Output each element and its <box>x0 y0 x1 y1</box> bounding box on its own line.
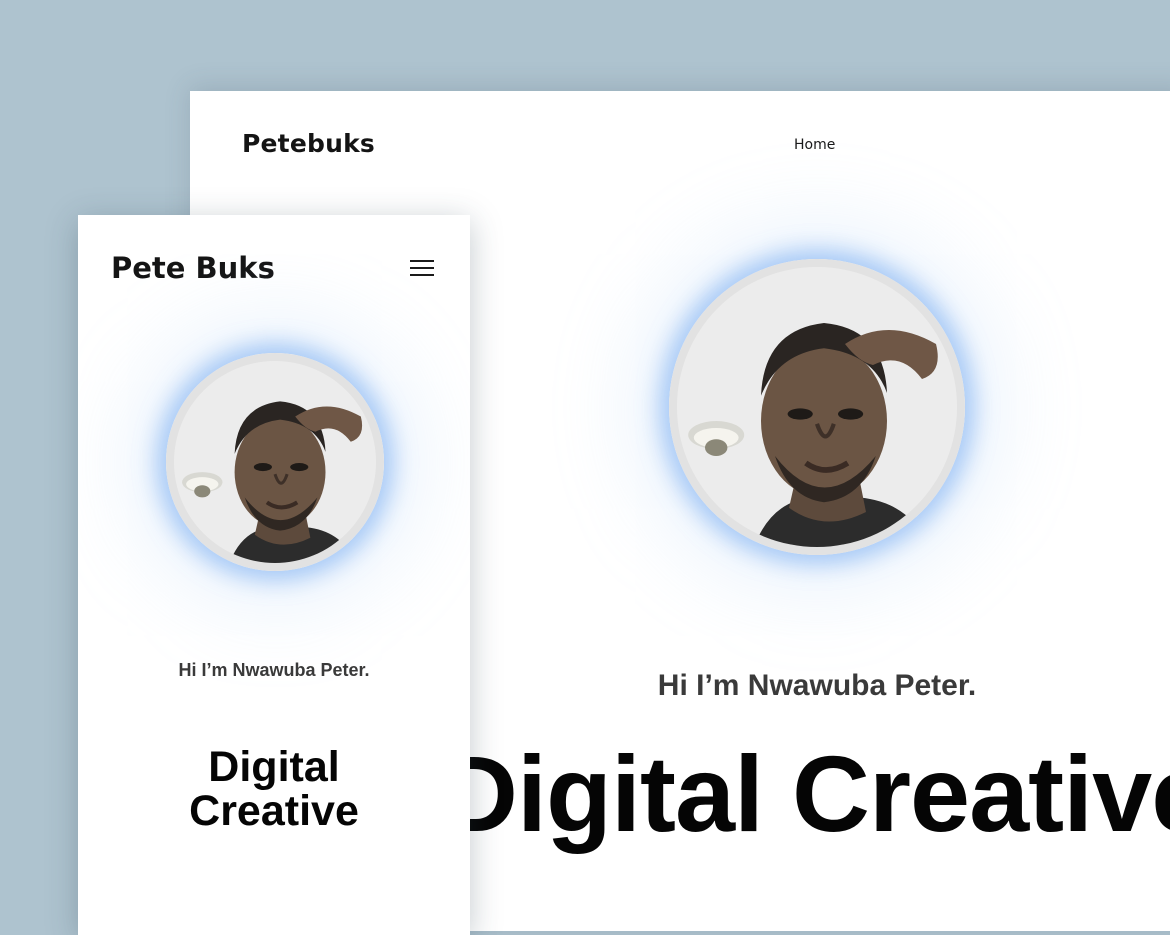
profile-photo <box>669 259 965 555</box>
site-logo[interactable]: Petebuks <box>242 129 375 158</box>
hero-greeting: Hi I’m Nwawuba Peter. <box>657 669 977 702</box>
profile-photo-frame <box>166 353 384 571</box>
hamburger-menu-icon[interactable] <box>410 260 434 278</box>
profile-photo <box>166 353 384 571</box>
mobile-mockup: Pete Buks Hi I’m Nwawuba Peter. Digital … <box>78 215 470 935</box>
nav-link-home[interactable]: Home <box>794 137 835 153</box>
site-logo[interactable]: Pete Buks <box>111 251 275 285</box>
hero-headline: Digital Creative <box>440 733 1170 854</box>
hero-headline: Digital Creative <box>189 743 359 835</box>
hero-greeting: Hi I’m Nwawuba Peter. <box>178 660 370 680</box>
profile-photo-frame <box>669 259 965 555</box>
